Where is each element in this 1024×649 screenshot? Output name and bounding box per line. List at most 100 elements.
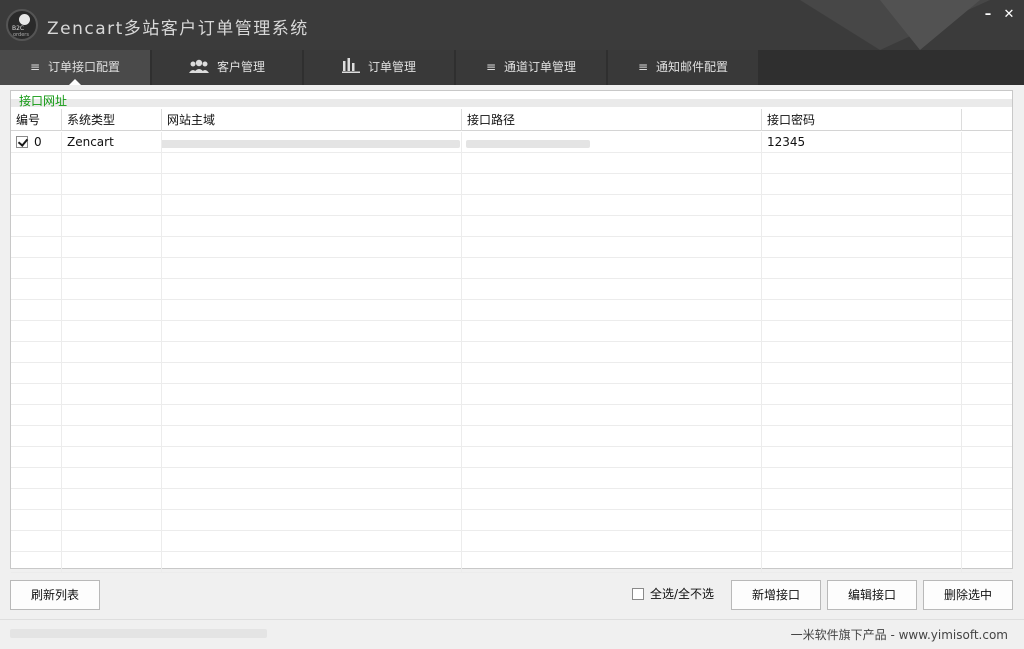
column-header-id[interactable]: 编号 bbox=[11, 109, 62, 131]
empty-cell bbox=[11, 279, 62, 300]
tab-customer-management[interactable]: 客户管理 bbox=[152, 50, 302, 85]
empty-cell bbox=[462, 489, 762, 510]
add-interface-button[interactable]: 新增接口 bbox=[731, 580, 821, 610]
empty-cell bbox=[962, 195, 1012, 216]
empty-cell bbox=[762, 258, 962, 279]
empty-cell bbox=[62, 489, 162, 510]
empty-cell bbox=[762, 195, 962, 216]
column-header-filler bbox=[962, 109, 1012, 131]
empty-cell bbox=[162, 531, 462, 552]
tab-order-interface-config[interactable]: ≡ 订单接口配置 bbox=[0, 50, 150, 85]
empty-cell bbox=[162, 510, 462, 531]
empty-cell bbox=[62, 363, 162, 384]
empty-cell bbox=[62, 279, 162, 300]
group-title: 接口网址 bbox=[19, 94, 68, 108]
column-header-path[interactable]: 接口路径 bbox=[462, 109, 762, 131]
empty-cell bbox=[762, 531, 962, 552]
empty-cell bbox=[11, 300, 62, 321]
empty-cell bbox=[62, 174, 162, 195]
empty-cell bbox=[462, 237, 762, 258]
group-header-bar bbox=[11, 99, 1012, 107]
tab-label: 订单接口配置 bbox=[48, 60, 121, 74]
empty-cell bbox=[962, 468, 1012, 489]
column-header-password[interactable]: 接口密码 bbox=[762, 109, 962, 131]
empty-cell bbox=[462, 279, 762, 300]
close-button[interactable]: ✕ bbox=[1001, 7, 1017, 23]
empty-cell bbox=[962, 342, 1012, 363]
table-row[interactable]: 0 Zencart 12345 bbox=[11, 132, 1012, 153]
title-decoration bbox=[880, 0, 980, 50]
grid-header: 编号 系统类型 网站主域 接口路径 接口密码 bbox=[11, 109, 1012, 131]
empty-row bbox=[11, 279, 1012, 300]
empty-cell bbox=[62, 384, 162, 405]
logo-mark bbox=[19, 14, 30, 25]
list-icon: ≡ bbox=[29, 60, 41, 74]
cell-id[interactable]: 0 bbox=[11, 132, 62, 153]
empty-cell bbox=[11, 363, 62, 384]
tab-label: 通道订单管理 bbox=[504, 60, 577, 74]
empty-cell bbox=[762, 510, 962, 531]
tab-notification-email-config[interactable]: ≡ 通知邮件配置 bbox=[608, 50, 758, 85]
empty-cell bbox=[762, 321, 962, 342]
empty-cell bbox=[162, 153, 462, 174]
empty-cell bbox=[962, 216, 1012, 237]
empty-cell bbox=[762, 174, 962, 195]
empty-cell bbox=[62, 447, 162, 468]
empty-cell bbox=[162, 447, 462, 468]
main-tab-bar: ≡ 订单接口配置 客户管理 订单管理 ≡ 通道订单管理 ≡ 通知邮件配置 bbox=[0, 50, 1024, 85]
empty-cell bbox=[762, 552, 962, 573]
empty-cell bbox=[762, 447, 962, 468]
empty-cell bbox=[162, 426, 462, 447]
column-header-domain[interactable]: 网站主域 bbox=[162, 109, 462, 131]
empty-cell bbox=[162, 195, 462, 216]
minimize-button[interactable]: – bbox=[980, 7, 996, 23]
empty-cell bbox=[62, 321, 162, 342]
empty-cell bbox=[462, 300, 762, 321]
app-title: Zencart多站客户订单管理系统 bbox=[47, 19, 309, 39]
delete-selected-button[interactable]: 删除选中 bbox=[923, 580, 1013, 610]
select-all-toggle[interactable]: 全选/全不选 bbox=[632, 587, 714, 601]
empty-cell bbox=[62, 342, 162, 363]
empty-row bbox=[11, 153, 1012, 174]
cell-password: 12345 bbox=[762, 132, 962, 153]
users-icon bbox=[188, 50, 209, 85]
empty-cell bbox=[62, 426, 162, 447]
empty-cell bbox=[462, 174, 762, 195]
select-all-checkbox[interactable] bbox=[632, 588, 644, 600]
row-id: 0 bbox=[34, 135, 42, 149]
refresh-list-button[interactable]: 刷新列表 bbox=[10, 580, 100, 610]
empty-cell bbox=[462, 552, 762, 573]
empty-cell bbox=[11, 489, 62, 510]
redacted-status bbox=[10, 629, 267, 638]
empty-cell bbox=[762, 489, 962, 510]
edit-interface-button[interactable]: 编辑接口 bbox=[827, 580, 917, 610]
empty-cell bbox=[62, 552, 162, 573]
redacted-domain bbox=[162, 140, 460, 148]
tab-order-management[interactable]: 订单管理 bbox=[304, 50, 454, 85]
row-checkbox[interactable] bbox=[16, 136, 28, 148]
empty-cell bbox=[62, 468, 162, 489]
empty-row bbox=[11, 300, 1012, 321]
empty-cell bbox=[962, 426, 1012, 447]
empty-cell bbox=[11, 384, 62, 405]
empty-row bbox=[11, 216, 1012, 237]
empty-cell bbox=[162, 321, 462, 342]
select-all-label: 全选/全不选 bbox=[650, 587, 715, 601]
empty-cell bbox=[162, 489, 462, 510]
tab-channel-order-management[interactable]: ≡ 通道订单管理 bbox=[456, 50, 606, 85]
empty-cell bbox=[962, 510, 1012, 531]
empty-cell bbox=[962, 531, 1012, 552]
empty-cell bbox=[962, 258, 1012, 279]
column-header-system-type[interactable]: 系统类型 bbox=[62, 109, 162, 131]
empty-row bbox=[11, 447, 1012, 468]
vendor-credit: 一米软件旗下产品 - www.yimisoft.com bbox=[790, 628, 1008, 642]
empty-row bbox=[11, 258, 1012, 279]
empty-cell bbox=[11, 405, 62, 426]
app-logo: B2C orders bbox=[6, 9, 38, 41]
empty-cell bbox=[462, 321, 762, 342]
empty-row bbox=[11, 405, 1012, 426]
empty-cell bbox=[962, 321, 1012, 342]
empty-cell bbox=[462, 342, 762, 363]
logo-text: B2C bbox=[12, 25, 25, 32]
empty-cell bbox=[762, 405, 962, 426]
